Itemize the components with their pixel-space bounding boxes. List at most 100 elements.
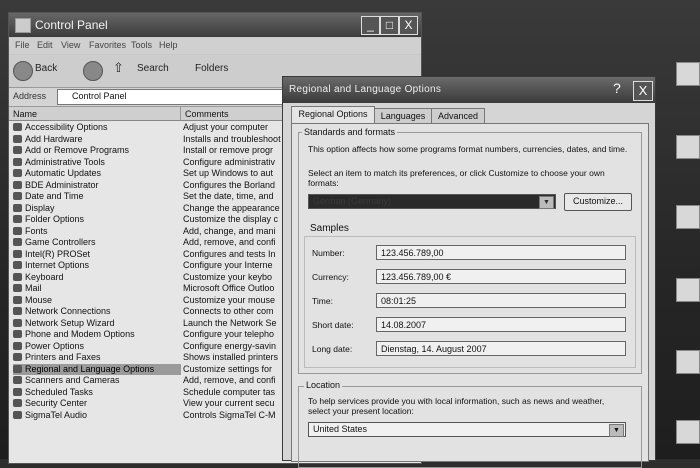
dialog-close-button[interactable]: X: [633, 81, 653, 101]
item-icon: [13, 180, 22, 189]
item-name-text: Folder Options: [25, 214, 85, 224]
item-name: Automatic Updates: [13, 168, 181, 179]
forward-arrow-icon[interactable]: [83, 61, 103, 81]
item-icon: [13, 376, 22, 384]
back-button[interactable]: Back: [35, 63, 57, 74]
samples-title: Samples: [310, 223, 349, 234]
sample-label-time: Time:: [312, 296, 333, 306]
column-header-name[interactable]: Name: [9, 107, 181, 121]
item-icon: [13, 261, 22, 269]
folders-button[interactable]: Folders: [195, 63, 228, 74]
desktop-icon[interactable]: [676, 420, 700, 444]
item-name-text: Date and Time: [25, 191, 84, 201]
item-name-text: Printers and Faxes: [25, 352, 101, 362]
menu-view[interactable]: View: [61, 40, 80, 50]
item-icon: [13, 295, 22, 304]
item-icon: [13, 364, 22, 373]
item-name-text: Fonts: [25, 225, 48, 236]
standards-instruction: Select an item to match its preferences,…: [308, 168, 605, 188]
item-icon: [13, 192, 22, 200]
desktop-icon[interactable]: [676, 278, 700, 302]
item-icon: [13, 249, 22, 258]
item-icon: [13, 318, 22, 327]
standards-description: This option affects how some programs fo…: [308, 144, 628, 154]
tab-regional-options[interactable]: Regional Options: [291, 106, 375, 124]
help-button[interactable]: ?: [613, 80, 621, 96]
item-name-text: Administrative Tools: [25, 156, 105, 167]
tab-advanced[interactable]: Advanced: [431, 108, 485, 124]
sample-label-currency: Currency:: [312, 272, 349, 282]
item-icon: [13, 238, 22, 246]
chevron-down-icon[interactable]: ▼: [609, 424, 624, 437]
window-title: Control Panel: [35, 18, 108, 32]
address-value: Control Panel: [72, 91, 127, 101]
location-selected-value: United States: [313, 424, 368, 434]
desktop-icon[interactable]: [676, 205, 700, 229]
sample-value-currency: 123.456.789,00 €: [376, 269, 626, 284]
regional-language-dialog: Regional and Language Options ? X Region…: [282, 76, 656, 468]
item-name-text: Intel(R) PROSet: [25, 248, 91, 259]
item-name-text: Mouse: [25, 294, 53, 305]
item-icon: [13, 353, 22, 361]
back-arrow-icon[interactable]: [13, 61, 33, 81]
menu-edit[interactable]: Edit: [37, 40, 53, 50]
item-name: Internet Options: [13, 260, 181, 271]
item-icon: [13, 330, 22, 338]
chevron-down-icon[interactable]: ▼: [539, 196, 554, 209]
item-name-text: Scheduled Tasks: [25, 386, 93, 397]
standards-title: Standards and formats: [302, 127, 398, 137]
item-name-text: Game Controllers: [25, 237, 96, 247]
menu-file[interactable]: File: [15, 40, 30, 50]
item-name: Add or Remove Programs: [13, 145, 181, 156]
search-button[interactable]: Search: [137, 63, 169, 74]
item-name: Power Options: [13, 341, 181, 352]
item-icon: [13, 226, 22, 235]
item-name: SigmaTel Audio: [13, 410, 181, 421]
item-name: Add Hardware: [13, 134, 181, 145]
up-folder-icon[interactable]: ⇧: [113, 60, 124, 76]
sample-label-number: Number:: [312, 248, 345, 258]
title-bar[interactable]: Control Panel _ □ X: [9, 13, 421, 37]
item-icon: [13, 157, 22, 166]
sample-value-number: 123.456.789,00: [376, 245, 626, 260]
item-name-text: Power Options: [25, 340, 85, 351]
minimize-button[interactable]: _: [361, 16, 380, 35]
desktop-icon[interactable]: [676, 350, 700, 374]
location-select[interactable]: United States ▼: [308, 422, 626, 437]
maximize-button[interactable]: □: [380, 16, 399, 35]
item-name: Printers and Faxes: [13, 352, 181, 363]
dialog-title-bar[interactable]: Regional and Language Options ? X: [283, 77, 655, 103]
customize-button[interactable]: Customize...: [564, 193, 632, 211]
dialog-title: Regional and Language Options: [289, 84, 442, 95]
item-name-text: BDE Administrator: [25, 179, 99, 190]
tab-languages[interactable]: Languages: [374, 108, 432, 124]
address-input[interactable]: Control Panel: [57, 89, 289, 105]
item-icon: [13, 410, 22, 419]
menu-tools[interactable]: Tools: [131, 40, 152, 50]
item-name-text: Network Connections: [25, 306, 111, 316]
item-name: Folder Options: [13, 214, 181, 225]
menu-help[interactable]: Help: [159, 40, 178, 50]
close-button[interactable]: X: [399, 16, 418, 35]
desktop-icon[interactable]: [676, 135, 700, 159]
location-description: To help services provide you with local …: [308, 396, 605, 416]
item-icon: [13, 399, 22, 407]
item-name: Keyboard: [13, 272, 181, 283]
item-icon: [13, 215, 22, 223]
desktop-icon[interactable]: [676, 62, 700, 86]
item-icon: [13, 169, 22, 177]
menu-favorites[interactable]: Favorites: [89, 40, 126, 50]
item-name: Scheduled Tasks: [13, 387, 181, 398]
format-select[interactable]: German (Germany) ▼: [308, 194, 556, 209]
item-name-text: Add or Remove Programs: [25, 145, 130, 155]
item-name: Mouse: [13, 295, 181, 306]
sample-value-long-date: Dienstag, 14. August 2007: [376, 341, 626, 356]
item-icon: [13, 307, 22, 315]
item-name: BDE Administrator: [13, 180, 181, 191]
item-name: Administrative Tools: [13, 157, 181, 168]
item-name-text: Security Center: [25, 398, 88, 408]
menu-bar: File Edit View Favorites Tools Help: [9, 38, 421, 54]
item-name-text: Automatic Updates: [25, 168, 102, 178]
sample-value-short-date: 14.08.2007: [376, 317, 626, 332]
control-panel-icon: [15, 18, 31, 33]
